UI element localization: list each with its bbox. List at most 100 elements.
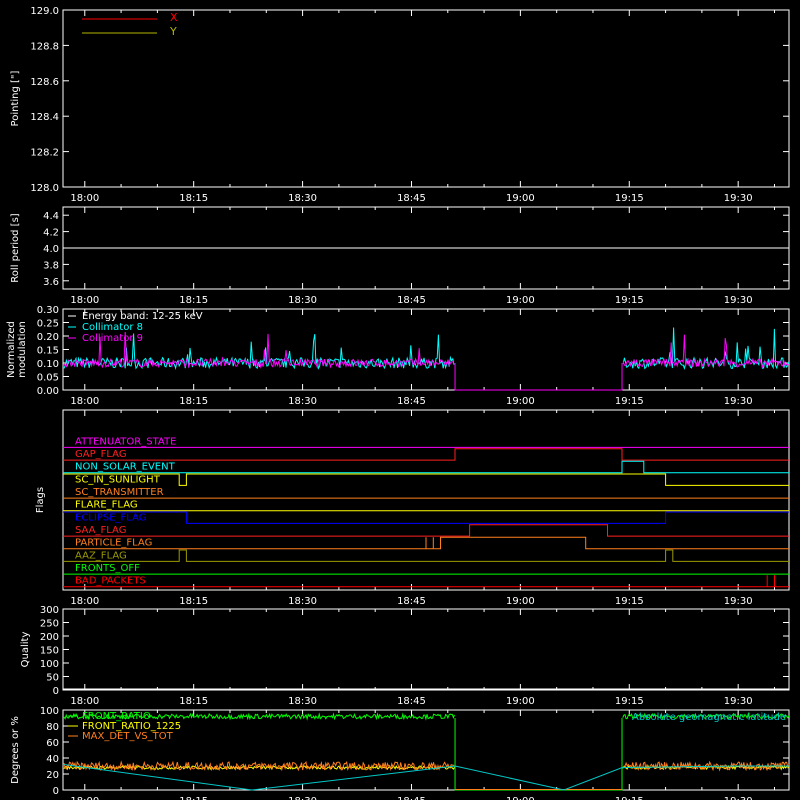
x-tick-label-19:30: 19:30: [724, 696, 753, 707]
flag-label-aaz_flag: AAZ_FLAG: [75, 550, 127, 561]
x-tick-label-18:00: 18:00: [70, 796, 99, 800]
legend-label-X: X: [170, 11, 178, 24]
y-axis-label: Pointing ["]: [10, 70, 21, 126]
x-tick-label-18:30: 18:30: [288, 796, 317, 800]
flag-label-fronts_off: FRONTS_OFF: [75, 563, 140, 574]
y-tick-label-0.30: 0.30: [37, 305, 59, 316]
y-axis-label: Roll period [s]: [10, 213, 21, 282]
y-axis-label: Quality: [20, 632, 31, 668]
x-tick-label-18:45: 18:45: [397, 295, 426, 306]
y-tick-label-128.0: 128.0: [30, 183, 59, 194]
x-tick-label-19:00: 19:00: [506, 396, 535, 407]
y-tick-label-40: 40: [46, 754, 59, 765]
x-tick-label-18:15: 18:15: [179, 796, 208, 800]
x-tick-label-19:00: 19:00: [506, 295, 535, 306]
x-tick-label-18:00: 18:00: [70, 396, 99, 407]
x-tick-label-19:30: 19:30: [724, 193, 753, 204]
y-tick-label-150: 150: [40, 646, 59, 657]
lightcurve-figure: 18:00 18:15 18:30 18:45 19:00 19:15 19:30 128.0…: [0, 0, 800, 800]
y-tick-label-0.00: 0.00: [37, 386, 59, 397]
x-tick-label-18:15: 18:15: [179, 193, 208, 204]
flag-label-attenuator_state: ATTENUATOR_STATE: [75, 436, 176, 447]
y-tick-label-80: 80: [46, 722, 59, 733]
y-tick-label-4.2: 4.2: [43, 228, 59, 239]
x-tick-label-18:30: 18:30: [288, 596, 317, 607]
x-tick-label-18:00: 18:00: [70, 193, 99, 204]
y-tick-label-0.25: 0.25: [37, 319, 59, 330]
flag-label-particle_flag: PARTICLE_FLAG: [75, 538, 152, 549]
x-tick-label-19:15: 19:15: [615, 396, 644, 407]
x-tick-label-19:00: 19:00: [506, 796, 535, 800]
flag-label-flare_flag: FLARE_FLAG: [75, 500, 138, 511]
x-tick-label-18:45: 18:45: [397, 596, 426, 607]
y-tick-label-0: 0: [53, 786, 59, 797]
legend-label-2: Collimator 9: [82, 333, 143, 344]
y-tick-label-3.6: 3.6: [43, 277, 59, 288]
y-tick-label-128.4: 128.4: [30, 112, 59, 123]
y-tick-label-200: 200: [40, 632, 59, 643]
x-tick-label-19:15: 19:15: [615, 295, 644, 306]
y-tick-label-129.0: 129.0: [30, 6, 59, 17]
x-tick-label-18:00: 18:00: [70, 696, 99, 707]
y-tick-label-128.8: 128.8: [30, 41, 59, 52]
x-tick-label-19:00: 19:00: [506, 596, 535, 607]
y-tick-label-50: 50: [46, 673, 59, 684]
x-tick-label-18:15: 18:15: [179, 295, 208, 306]
y-tick-label-0.20: 0.20: [37, 332, 59, 343]
y-tick-label-100: 100: [40, 659, 59, 670]
y-axis-label-1: modulation: [17, 321, 28, 378]
y-tick-label-300: 300: [40, 605, 59, 616]
y-tick-label-20: 20: [46, 770, 59, 781]
x-tick-label-18:45: 18:45: [397, 696, 426, 707]
flag-label-sc_transmitter: SC_TRANSMITTER: [75, 487, 164, 498]
annotation-geomagnetic-latitude: Absolute geomagnetic latitude: [632, 712, 786, 723]
x-tick-label-18:45: 18:45: [397, 396, 426, 407]
x-tick-label-18:00: 18:00: [70, 295, 99, 306]
x-tick-label-18:30: 18:30: [288, 295, 317, 306]
flag-label-eclipse_flag: ECLIPSE_FLAG: [75, 512, 146, 523]
legend-label-Y: Y: [169, 25, 177, 38]
legend-label-1: Collimator 8: [82, 322, 143, 333]
x-tick-label-19:30: 19:30: [724, 796, 753, 800]
flag-label-gap_flag: GAP_FLAG: [75, 449, 127, 460]
x-tick-label-18:15: 18:15: [179, 396, 208, 407]
x-tick-label-19:15: 19:15: [615, 596, 644, 607]
legend-label-2: MAX_DET_VS_TOT: [82, 731, 174, 742]
x-tick-label-19:15: 19:15: [615, 193, 644, 204]
y-tick-label-250: 250: [40, 619, 59, 630]
y-tick-label-0.15: 0.15: [37, 346, 59, 357]
x-tick-label-19:15: 19:15: [615, 696, 644, 707]
flag-label-non_solar_event: NON_SOLAR_EVENT: [75, 462, 176, 473]
x-tick-label-18:15: 18:15: [179, 596, 208, 607]
x-tick-label-18:45: 18:45: [397, 796, 426, 800]
x-tick-label-19:15: 19:15: [615, 796, 644, 800]
x-tick-label-18:30: 18:30: [288, 193, 317, 204]
x-tick-label-19:00: 19:00: [506, 696, 535, 707]
y-tick-label-100: 100: [40, 706, 59, 717]
flag-label-saa_flag: SAA_FLAG: [75, 525, 126, 536]
x-tick-label-18:30: 18:30: [288, 696, 317, 707]
flag-label-bad_packets: BAD_PACKETS: [75, 576, 146, 587]
y-tick-label-3.8: 3.8: [43, 260, 59, 271]
y-tick-label-128.6: 128.6: [30, 77, 59, 88]
y-axis-label-0: Normalized: [6, 321, 17, 378]
legend-label-0: Energy band: 12-25 keV: [82, 311, 203, 322]
x-tick-label-18:00: 18:00: [70, 596, 99, 607]
y-tick-label-60: 60: [46, 738, 59, 749]
y-tick-label-4.4: 4.4: [43, 211, 59, 222]
y-axis-label: Flags: [35, 487, 46, 513]
x-tick-label-18:30: 18:30: [288, 396, 317, 407]
x-tick-label-18:15: 18:15: [179, 696, 208, 707]
y-axis-label: Degrees or %: [10, 716, 21, 784]
x-tick-label-19:30: 19:30: [724, 596, 753, 607]
y-tick-label-0.10: 0.10: [37, 359, 59, 370]
y-tick-label-0: 0: [53, 686, 59, 697]
flag-label-sc_in_sunlight: SC_IN_SUNLIGHT: [75, 474, 161, 485]
x-tick-label-19:00: 19:00: [506, 193, 535, 204]
y-tick-label-128.2: 128.2: [30, 148, 59, 159]
x-tick-label-18:45: 18:45: [397, 193, 426, 204]
x-tick-label-19:30: 19:30: [724, 295, 753, 306]
y-tick-label-0.05: 0.05: [37, 373, 59, 384]
x-tick-label-19:30: 19:30: [724, 396, 753, 407]
y-tick-label-4.0: 4.0: [43, 244, 59, 255]
